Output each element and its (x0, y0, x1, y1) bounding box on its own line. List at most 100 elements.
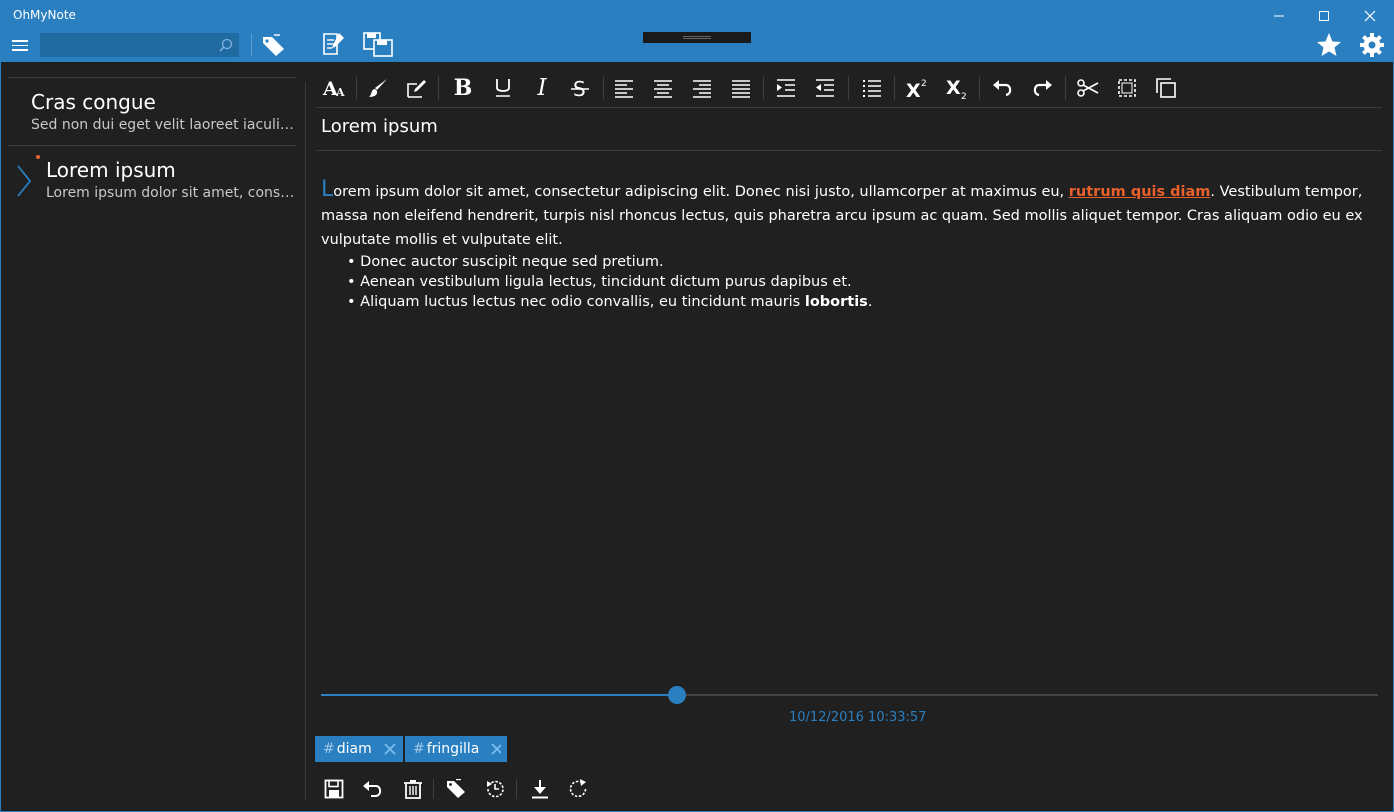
subscript-button[interactable]: X2 (941, 72, 973, 104)
bullet-list-icon (863, 80, 881, 97)
revert-button[interactable] (360, 776, 386, 802)
cut-button[interactable] (1072, 72, 1104, 104)
slider-thumb[interactable] (668, 686, 687, 704)
align-right-button[interactable] (686, 72, 718, 104)
search-icon[interactable] (219, 38, 233, 52)
outdent-button[interactable] (809, 72, 841, 104)
paragraph-text: orem ipsum dolor sit amet, consectetur a… (333, 184, 1069, 200)
underline-button[interactable] (487, 72, 519, 104)
justify-button[interactable] (725, 72, 757, 104)
svg-text:2: 2 (921, 79, 927, 89)
indent-button[interactable] (770, 72, 802, 104)
toolbar-separator (433, 779, 434, 799)
undo-button[interactable] (987, 72, 1019, 104)
history-icon (487, 780, 504, 798)
add-tag-button[interactable] (443, 776, 469, 802)
settings-button[interactable] (1358, 31, 1386, 59)
highlight-button[interactable] (400, 72, 432, 104)
bold-text: lobortis (804, 294, 868, 310)
toolbar-separator (603, 76, 604, 100)
redo-button[interactable] (1026, 72, 1058, 104)
unsaved-indicator (36, 155, 40, 159)
history-slider[interactable] (321, 686, 1378, 704)
copy-icon (1156, 78, 1176, 98)
note-title: Lorem ipsum (46, 158, 176, 182)
undo-icon (993, 80, 1012, 97)
export-button[interactable] (527, 776, 553, 802)
drag-handle[interactable] (643, 32, 751, 43)
italic-button[interactable]: I (526, 72, 558, 104)
align-left-button[interactable] (608, 72, 640, 104)
toolbar-separator (438, 76, 439, 100)
toolbar-separator (356, 76, 357, 100)
close-button[interactable] (1355, 4, 1385, 28)
toolbar-separator (848, 76, 849, 100)
tag-chip[interactable]: # fringilla (405, 736, 507, 762)
favorites-button[interactable] (1315, 31, 1343, 59)
justify-icon (732, 80, 750, 98)
bullet-list: Donec auctor suscipit neque sed pretium.… (321, 252, 1383, 312)
sync-button[interactable] (565, 776, 591, 802)
minimize-icon (1274, 15, 1284, 17)
chevron-right-icon (17, 165, 32, 197)
tag-hash: # (413, 741, 425, 757)
delete-button[interactable] (400, 776, 426, 802)
italic-icon: I (537, 75, 547, 101)
bold-button[interactable]: B (447, 72, 479, 104)
align-center-button[interactable] (647, 72, 679, 104)
save-all-button[interactable] (361, 30, 395, 58)
remove-tag-icon[interactable] (384, 743, 396, 755)
new-note-button[interactable] (319, 30, 347, 58)
superscript-button[interactable]: X2 (901, 72, 933, 104)
drop-cap: L (321, 177, 334, 202)
list-item: Aliquam luctus lectus nec odio convallis… (347, 292, 1383, 312)
strikethrough-button[interactable]: S (564, 72, 596, 104)
note-title-field[interactable]: Lorem ipsum (321, 116, 438, 137)
text-color-button[interactable] (362, 72, 394, 104)
list-item-selected[interactable]: Lorem ipsum Lorem ipsum dolor sit amet, … (8, 146, 296, 213)
history-button[interactable] (482, 776, 508, 802)
close-icon (1364, 10, 1376, 22)
divider (316, 107, 1382, 108)
copy-button[interactable] (1150, 72, 1182, 104)
search-input[interactable] (40, 33, 210, 57)
align-center-icon (654, 80, 672, 98)
rich-text-editor[interactable]: Lorem ipsum dolor sit amet, consectetur … (321, 178, 1383, 312)
bold-icon: B (453, 75, 473, 101)
svg-text:X: X (906, 80, 921, 99)
slider-fill (321, 694, 678, 696)
underline-icon (496, 79, 510, 97)
note-preview: Lorem ipsum dolor sit amet, consectetur (46, 185, 296, 201)
superscript-icon: X2 (906, 79, 927, 99)
save-button[interactable] (321, 776, 347, 802)
tag-chip[interactable]: # diam (315, 736, 403, 762)
gear-icon (1360, 33, 1384, 57)
bullet-list-button[interactable] (856, 72, 888, 104)
title-bar: OhMyNote (0, 0, 1394, 62)
download-icon (532, 780, 548, 799)
remove-tag-icon[interactable] (491, 743, 501, 755)
list-item[interactable]: Cras congue Sed non dui eget velit laore… (8, 78, 296, 145)
minimize-button[interactable] (1264, 4, 1294, 28)
font-size-icon: AA (322, 78, 345, 99)
maximize-button[interactable] (1309, 4, 1339, 28)
svg-text:2: 2 (961, 92, 967, 99)
pane-divider (305, 82, 306, 800)
maximize-icon (1319, 11, 1329, 21)
toolbar-separator (979, 76, 980, 100)
align-left-icon (615, 80, 633, 98)
select-all-button[interactable] (1111, 72, 1143, 104)
hyperlink[interactable]: rutrum quis diam (1069, 184, 1211, 200)
svg-text:A: A (335, 86, 345, 99)
tag-hash: # (323, 741, 335, 757)
tag-label: fringilla (426, 741, 480, 757)
tags-button[interactable] (259, 32, 289, 58)
list-item: Donec auctor suscipit neque sed pretium. (347, 252, 1383, 272)
tag-icon (263, 34, 284, 56)
hamburger-menu-icon[interactable] (12, 40, 28, 51)
list-item-text: . (867, 294, 873, 310)
font-size-button[interactable]: AA (318, 72, 350, 104)
save-all-icon (363, 32, 393, 57)
toolbar-separator (251, 34, 252, 56)
cut-icon (1077, 79, 1099, 97)
